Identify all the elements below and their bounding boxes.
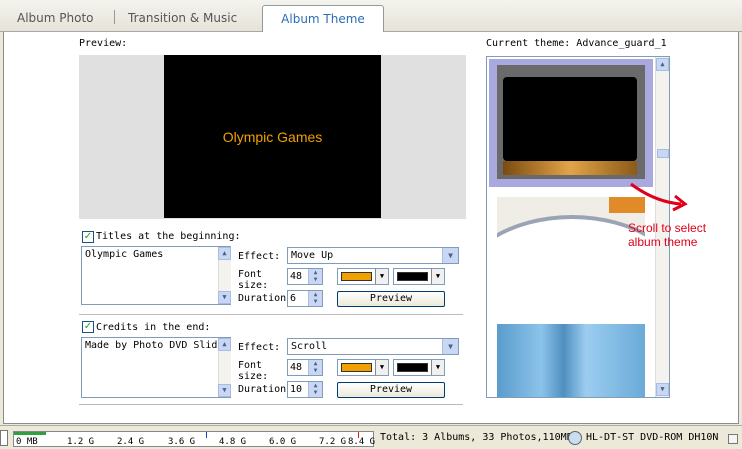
ruler-label: 2.4 G (117, 437, 145, 447)
ruler-label: 7.2 G (319, 437, 347, 447)
color-swatch (341, 363, 372, 372)
titles-scrollbar[interactable]: ▲ ▼ (218, 247, 231, 304)
theme-thumbnail-fire (503, 161, 637, 175)
current-theme-label: Current theme: Advance_guard_1 (486, 38, 667, 49)
theme-thumbnail-ring (497, 215, 645, 307)
color-swatch (341, 272, 372, 281)
capacity-used-bar (14, 432, 46, 435)
chevron-down-icon[interactable]: ▼ (375, 360, 388, 375)
credits-effect-label: Effect: (238, 342, 281, 353)
theme-thumbnail-2[interactable] (497, 197, 645, 307)
chevron-down-icon[interactable]: ▼ (442, 248, 458, 263)
preview-screen-text: Olympic Games (222, 128, 323, 145)
color-swatch (397, 363, 428, 372)
ruler-label: 4.8 G (219, 437, 247, 447)
status-drive[interactable]: HL-DT-ST DVD-ROM DH10N (586, 432, 718, 443)
spin-arrows-icon[interactable]: ▲ ▼ (308, 291, 322, 306)
annotation-line-1: Scroll to select (628, 221, 707, 235)
ruler-label: 8.4 G (348, 437, 376, 447)
titles-preview-button[interactable]: Preview (337, 291, 445, 307)
titles-label: Titles at the beginning: (96, 231, 241, 242)
capacity-ruler: 0 MB 1.2 G 2.4 G 3.6 G 4.8 G 6.0 G 7.2 G… (13, 431, 376, 447)
theme-thumbnail-3[interactable] (497, 324, 645, 397)
titles-duration-value: 6 (290, 293, 297, 304)
scroll-up-icon[interactable]: ▲ (218, 247, 231, 260)
color-swatch (397, 272, 428, 281)
status-total: Total: 3 Albums, 33 Photos,110MB (380, 432, 573, 443)
scroll-up-icon[interactable]: ▲ (218, 338, 231, 351)
titles-text: Olympic Games (85, 249, 164, 260)
spin-arrows-icon[interactable]: ▲ ▼ (308, 269, 322, 284)
tab-divider (114, 10, 115, 24)
credits-effect-value: Scroll (291, 341, 328, 352)
tab-album-theme[interactable]: Album Theme (262, 5, 384, 32)
credits-scrollbar[interactable]: ▲ ▼ (218, 338, 231, 397)
scroll-down-icon[interactable]: ▼ (656, 383, 669, 396)
capacity-dvd5-marker (206, 432, 207, 438)
titles-bg-color-picker[interactable]: ▼ (393, 268, 445, 285)
theme-thumbnail-frame (503, 77, 637, 161)
ruler-label: 0 MB (16, 437, 38, 447)
titles-duration-label: Duration (238, 293, 287, 304)
credits-font-size-spinner[interactable]: 48 ▲ ▼ (287, 359, 323, 376)
credits-duration-value: 10 (290, 384, 303, 395)
resize-grip-icon[interactable] (728, 434, 738, 444)
spin-arrows-icon[interactable]: ▲ ▼ (308, 382, 322, 397)
tab-album-photo[interactable]: Album Photo (17, 8, 94, 30)
credits-duration-spinner[interactable]: 10 ▲ ▼ (287, 381, 323, 398)
titles-checkbox[interactable]: ✓ (82, 231, 94, 243)
credits-textarea[interactable]: Made by Photo DVD Slides (81, 337, 231, 398)
titles-duration-spinner[interactable]: 6 ▲ ▼ (287, 290, 323, 307)
tab-transition-music[interactable]: Transition & Music (128, 8, 237, 30)
annotation-arrow-icon (630, 182, 688, 212)
chevron-down-icon[interactable]: ▼ (442, 339, 458, 354)
credits-font-label: Font (238, 360, 263, 371)
credits-duration-label: Duration (238, 384, 287, 395)
dvd-drive-icon (568, 431, 582, 445)
ruler-label: 6.0 G (269, 437, 297, 447)
titles-effect-label: Effect: (238, 251, 281, 262)
credits-label: Credits in the end: (96, 322, 211, 333)
credits-text: Made by Photo DVD Slides (85, 340, 230, 351)
credits-font-size-value: 48 (290, 362, 303, 373)
chevron-down-icon[interactable]: ▼ (431, 269, 444, 284)
titles-font-size-spinner[interactable]: 48 ▲ ▼ (287, 268, 323, 285)
ruler-label: 3.6 G (168, 437, 196, 447)
scroll-thumb[interactable] (657, 149, 669, 158)
scroll-down-icon[interactable]: ▼ (218, 384, 231, 397)
section-divider (79, 314, 463, 315)
titles-effect-value: Move Up (291, 250, 334, 261)
titles-effect-select[interactable]: Move Up ▼ (287, 247, 459, 264)
credits-checkbox[interactable]: ✓ (82, 321, 94, 333)
preview-screen: Olympic Games (164, 55, 381, 218)
status-left-button[interactable] (0, 430, 8, 446)
annotation-text: Scroll to select album theme (628, 221, 706, 249)
chevron-down-icon[interactable]: ▼ (431, 360, 444, 375)
annotation-line-2: album theme (628, 235, 698, 249)
scroll-up-icon[interactable]: ▲ (656, 58, 669, 71)
credits-bg-color-picker[interactable]: ▼ (393, 359, 445, 376)
tab-bar: Album Photo Transition & Music Album The… (0, 0, 742, 32)
status-bar: 0 MB 1.2 G 2.4 G 3.6 G 4.8 G 6.0 G 7.2 G… (0, 425, 742, 449)
spin-arrows-icon[interactable]: ▲ ▼ (308, 360, 322, 375)
titles-text-color-picker[interactable]: ▼ (337, 268, 389, 285)
titles-size-label: size: (238, 280, 269, 291)
titles-font-label: Font (238, 269, 263, 280)
theme-thumbnail-advance-guard[interactable] (497, 65, 645, 179)
section-divider (79, 404, 463, 405)
preview-label: Preview: (79, 38, 128, 49)
credits-effect-select[interactable]: Scroll ▼ (287, 338, 459, 355)
titles-font-size-value: 48 (290, 271, 303, 282)
titles-textarea[interactable]: Olympic Games (81, 246, 231, 305)
credits-preview-button[interactable]: Preview (337, 382, 445, 398)
credits-size-label: size: (238, 371, 269, 382)
ruler-label: 1.2 G (67, 437, 95, 447)
credits-text-color-picker[interactable]: ▼ (337, 359, 389, 376)
scroll-down-icon[interactable]: ▼ (218, 291, 231, 304)
chevron-down-icon[interactable]: ▼ (375, 269, 388, 284)
